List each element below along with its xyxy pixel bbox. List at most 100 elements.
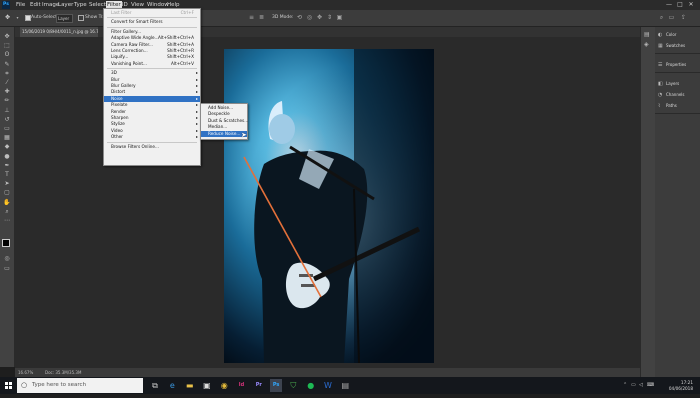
3d-slide-icon[interactable]: ⇕: [326, 14, 333, 21]
search-icon[interactable]: ⌕: [658, 14, 665, 21]
show-transform-checkbox[interactable]: [78, 15, 84, 21]
spotify-app-icon[interactable]: ●: [305, 379, 317, 392]
panel-properties[interactable]: ☰ Properties: [655, 60, 700, 70]
path-select-tool-icon[interactable]: ➤: [3, 180, 11, 188]
quick-select-tool-icon[interactable]: ✎: [3, 61, 11, 69]
panel-divider: [655, 72, 700, 73]
move-tool-icon[interactable]: ✥: [4, 14, 11, 21]
menu-separator: [107, 141, 197, 143]
quick-mask-icon[interactable]: ◎: [3, 255, 11, 263]
network-icon[interactable]: ▭: [631, 382, 636, 388]
notepad-app-icon[interactable]: ▤: [339, 379, 351, 392]
type-tool-icon[interactable]: T: [3, 171, 11, 179]
menu-image[interactable]: Image: [42, 1, 59, 9]
volume-icon[interactable]: ◁: [639, 382, 643, 388]
gradient-tool-icon[interactable]: ▦: [3, 134, 11, 142]
align-icon[interactable]: ≡: [248, 14, 255, 21]
dodge-tool-icon[interactable]: ●: [3, 153, 11, 161]
photoshop-logo-icon[interactable]: Ps: [2, 1, 10, 9]
auto-select-dropdown[interactable]: Layer: [56, 14, 73, 23]
clock-date[interactable]: 04/06/2018: [669, 386, 693, 391]
clock-time[interactable]: 17:21: [681, 380, 693, 385]
edge-app-icon[interactable]: e: [166, 379, 178, 392]
status-bar: 16.67% Doc: 35.3M/35.3M: [15, 368, 640, 377]
search-icon: ○: [21, 381, 28, 389]
properties-icon: ☰: [658, 62, 663, 68]
workspace-icon[interactable]: ▭: [668, 14, 675, 21]
document-tab[interactable]: 15/06/2019 0/8H/4/0011_n.jpg @ 16.7% (RG…: [20, 27, 98, 37]
panel-label: Properties: [666, 62, 687, 67]
history-brush-tool-icon[interactable]: ↺: [3, 116, 11, 124]
menu-layer[interactable]: Layer: [58, 1, 73, 9]
3d-scale-icon[interactable]: ▣: [336, 14, 343, 21]
3d-rotate-icon[interactable]: ⟲: [296, 14, 303, 21]
menu-item-shortcut: Ctrl+F: [180, 10, 194, 15]
distribute-icon[interactable]: ≣: [258, 14, 265, 21]
panel-paths[interactable]: ⌇ Paths: [655, 101, 700, 111]
indesign-app-icon[interactable]: Id: [236, 379, 248, 392]
channels-icon: ◔: [658, 92, 663, 98]
3d-drag-icon[interactable]: ✥: [316, 14, 323, 21]
healing-tool-icon[interactable]: ✚: [3, 88, 11, 96]
panel-divider: [655, 53, 700, 54]
menu-type[interactable]: Type: [74, 1, 87, 9]
panel-channels[interactable]: ◔ Channels: [655, 90, 700, 100]
chevron-down-icon[interactable]: ▾: [14, 14, 21, 21]
foreground-color-swatch[interactable]: [2, 239, 10, 247]
pen-tool-icon[interactable]: ✒: [3, 162, 11, 170]
menu-item-vanishing-point[interactable]: Vanishing Point... Alt+Ctrl+V: [104, 61, 200, 67]
layers-icon: ◧: [658, 81, 663, 87]
maximize-button[interactable]: □: [675, 1, 685, 8]
menu-item-other[interactable]: Other ▸: [104, 134, 200, 140]
screen-mode-icon[interactable]: ▭: [3, 265, 11, 273]
panel-layers[interactable]: ◧ Layers: [655, 79, 700, 89]
panel-color[interactable]: ◐ Color: [655, 30, 700, 40]
zoom-tool-icon[interactable]: ⌕: [3, 208, 11, 216]
minimize-button[interactable]: —: [664, 1, 674, 8]
photoshop-app-icon[interactable]: Ps: [270, 379, 283, 392]
stamp-tool-icon[interactable]: ⊥: [3, 107, 11, 115]
properties-icon[interactable]: ◈: [644, 41, 649, 48]
windows-taskbar: ○ Type here to search ⧉ e ▬ ▣ ◉ Id Pr Ps ⛉ ● W ▤ ⌃ …: [0, 377, 700, 394]
hand-tool-icon[interactable]: ✋: [3, 199, 11, 207]
brush-tool-icon[interactable]: ✏: [3, 97, 11, 105]
word-app-icon[interactable]: W: [322, 379, 334, 392]
shield-app-icon[interactable]: ⛉: [287, 379, 299, 392]
menu-item-label: Convert for Smart Filters: [111, 19, 163, 25]
panel-icon-strip: ▤ ◈: [640, 27, 655, 377]
menu-item-browse-filters-online[interactable]: Browse Filters Online...: [104, 144, 200, 150]
menu-file[interactable]: File: [16, 1, 25, 9]
store-app-icon[interactable]: ▣: [201, 379, 213, 392]
chrome-app-icon[interactable]: ◉: [218, 379, 230, 392]
3d-roll-icon[interactable]: ◎: [306, 14, 313, 21]
move-tool-icon[interactable]: ✥: [3, 33, 11, 41]
share-icon[interactable]: ⇪: [680, 14, 687, 21]
menu-edit[interactable]: Edit: [30, 1, 41, 9]
zoom-level[interactable]: 16.67%: [18, 370, 33, 375]
marquee-tool-icon[interactable]: ⬚: [3, 42, 11, 50]
submenu-arrow-icon: ▸: [195, 134, 198, 140]
lasso-tool-icon[interactable]: ʘ: [3, 51, 11, 59]
shape-tool-icon[interactable]: ▢: [3, 189, 11, 197]
windows-logo-icon: [5, 382, 12, 389]
taskbar-search-box[interactable]: ○ Type here to search: [17, 378, 143, 393]
eyedropper-tool-icon[interactable]: ⁄: [3, 79, 11, 87]
photo-canvas[interactable]: [224, 49, 434, 363]
file-explorer-app-icon[interactable]: ▬: [184, 379, 196, 392]
premiere-app-icon[interactable]: Pr: [253, 379, 265, 392]
panel-swatches[interactable]: ▦ Swatches: [655, 41, 700, 51]
tools-panel: ✥ ⬚ ʘ ✎ ⌗ ⁄ ✚ ✏ ⊥ ↺ ▭ ▦ ◆ ● ✒ T ➤ ▢ ✋ ⌕ ⋯ ◎ ▭: [0, 27, 15, 367]
panels-dock: ◐ Color ▦ Swatches ☰ Properties ◧ Layers ◔ Channe…: [655, 27, 700, 377]
blur-tool-icon[interactable]: ◆: [3, 143, 11, 151]
chevron-up-icon[interactable]: ⌃: [623, 382, 627, 388]
close-button[interactable]: ✕: [686, 1, 696, 8]
keyboard-icon[interactable]: ⌨: [647, 382, 654, 388]
history-icon[interactable]: ▤: [644, 31, 650, 38]
eraser-tool-icon[interactable]: ▭: [3, 125, 11, 133]
more-tools-icon[interactable]: ⋯: [3, 217, 11, 225]
start-button[interactable]: [0, 377, 17, 394]
paths-icon: ⌇: [658, 103, 661, 109]
menu-item-convert-for-smart-filters[interactable]: Convert for Smart Filters: [104, 19, 200, 25]
crop-tool-icon[interactable]: ⌗: [3, 70, 11, 78]
task-view-app-icon[interactable]: ⧉: [149, 379, 161, 392]
